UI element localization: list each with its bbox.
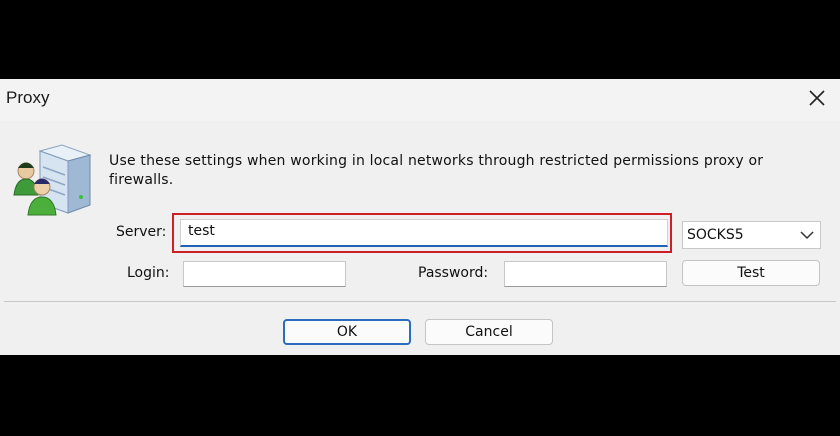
window-title: Proxy [6, 88, 50, 107]
description-text: Use these settings when working in local… [109, 153, 764, 188]
server-input[interactable]: test [180, 219, 668, 247]
cancel-button[interactable]: Cancel [425, 319, 553, 345]
password-label: Password: [418, 265, 489, 281]
login-input[interactable] [183, 261, 346, 287]
password-input[interactable] [504, 261, 667, 287]
proxy-users-server-icon [12, 143, 94, 217]
server-label: Server: [116, 224, 167, 240]
chevron-down-icon [800, 231, 814, 240]
login-label: Login: [127, 265, 170, 281]
title-bar: Proxy [0, 79, 840, 121]
divider [4, 301, 836, 302]
close-button[interactable] [794, 79, 840, 117]
ok-button[interactable]: OK [283, 319, 411, 345]
test-button[interactable]: Test [682, 260, 820, 286]
proxy-dialog: Proxy Use these settings when working in… [0, 79, 840, 355]
proxy-type-select[interactable]: SOCKS5 [682, 221, 821, 249]
close-icon [809, 90, 825, 106]
proxy-type-value: SOCKS5 [687, 227, 744, 243]
